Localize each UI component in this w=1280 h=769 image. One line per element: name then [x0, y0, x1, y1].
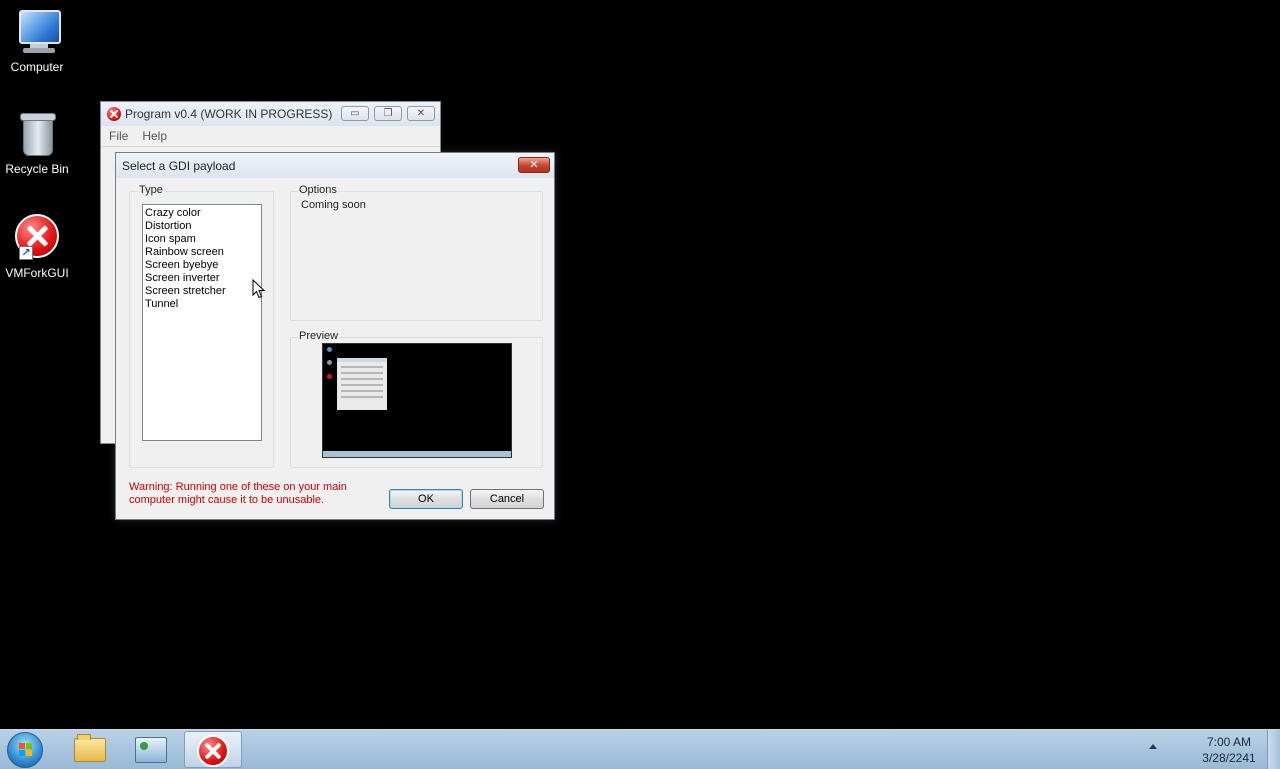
preview-group-label: Preview: [298, 330, 340, 342]
computer-icon: [13, 8, 61, 56]
taskbar-vmforkgui-button[interactable]: [184, 731, 242, 768]
list-item[interactable]: Screen inverter: [145, 272, 261, 285]
list-item[interactable]: Crazy color: [145, 207, 261, 220]
gdi-payload-dialog: Select a GDI payload ✕ Type Crazy color …: [115, 152, 555, 520]
main-window-title: Program v0.4 (WORK IN PROGRESS): [125, 107, 333, 121]
dialog-close-button[interactable]: ✕: [518, 157, 550, 173]
clock-time: 7:00 AM: [1206, 735, 1252, 749]
error-icon: [107, 107, 121, 121]
error-icon: ↗: [13, 214, 61, 262]
taskbar-clock[interactable]: 7:00 AM 3/28/2241: [1196, 734, 1262, 766]
preview-image: [322, 343, 512, 458]
desktop-icon-recycle-bin[interactable]: Recycle Bin: [4, 110, 70, 176]
desktop-icon-label: Computer: [10, 60, 64, 74]
type-group-label: Type: [138, 184, 164, 196]
recycle-bin-icon: [13, 110, 61, 158]
dialog-titlebar[interactable]: Select a GDI payload ✕: [116, 153, 554, 178]
menu-help[interactable]: Help: [134, 126, 173, 143]
options-group-label: Options: [298, 184, 338, 196]
payload-type-listbox[interactable]: Crazy color Distortion Icon spam Rainbow…: [142, 204, 262, 441]
desktop-icon-vmforkgui[interactable]: ↗ VMForkGUI: [4, 214, 70, 280]
list-item[interactable]: Screen byebye: [145, 259, 261, 272]
start-button[interactable]: [7, 732, 43, 768]
ok-button[interactable]: OK: [389, 489, 463, 509]
restore-button[interactable]: ❐: [374, 106, 402, 121]
desktop-icon-label: Recycle Bin: [5, 162, 69, 176]
list-item[interactable]: Icon spam: [145, 233, 261, 246]
minimize-button[interactable]: ▭: [341, 106, 369, 121]
windows-logo-icon: [19, 743, 33, 757]
warning-text: Warning: Running one of these on your ma…: [129, 481, 347, 506]
options-text: Coming soon: [301, 199, 366, 211]
taskbar-control-panel-button[interactable]: [121, 731, 179, 768]
desktop-icon-label: VMForkGUI: [5, 266, 69, 280]
taskbar: 7:00 AM 3/28/2241: [0, 729, 1280, 769]
vmforkgui-icon: [197, 735, 229, 767]
list-item[interactable]: Rainbow screen: [145, 246, 261, 259]
menu-file[interactable]: File: [101, 126, 134, 143]
dialog-title: Select a GDI payload: [122, 159, 236, 173]
taskbar-explorer-button[interactable]: [60, 731, 118, 768]
close-button[interactable]: ✕: [407, 106, 435, 121]
shortcut-arrow-icon: ↗: [19, 246, 33, 260]
control-panel-icon: [135, 737, 167, 763]
list-item[interactable]: Distortion: [145, 220, 261, 233]
main-window-titlebar[interactable]: Program v0.4 (WORK IN PROGRESS) ▭ ❐ ✕: [101, 102, 440, 126]
cancel-button[interactable]: Cancel: [470, 489, 544, 509]
explorer-icon: [74, 734, 106, 762]
tray-expand-icon[interactable]: [1149, 744, 1157, 749]
list-item[interactable]: Tunnel: [145, 298, 261, 311]
list-item[interactable]: Screen stretcher: [145, 285, 261, 298]
clock-date: 3/28/2241: [1202, 751, 1256, 765]
menu-bar: File Help: [101, 126, 440, 147]
mouse-cursor-icon: [252, 279, 266, 299]
show-desktop-button[interactable]: [1267, 730, 1280, 769]
desktop-icon-computer[interactable]: Computer: [4, 8, 70, 74]
